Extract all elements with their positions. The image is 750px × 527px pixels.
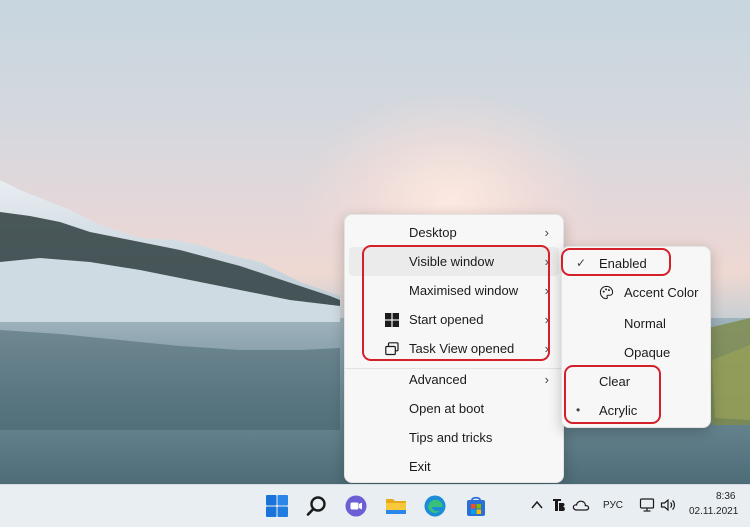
cloud-icon[interactable]: [572, 499, 590, 511]
network-icon[interactable]: [639, 497, 655, 513]
store-icon[interactable]: [463, 493, 489, 519]
menu-item-label: Open at boot: [409, 401, 485, 416]
highlight-box-enabled: [561, 248, 671, 276]
submenu-item-label: Opaque: [624, 345, 671, 360]
menu-item-desktop[interactable]: Desktop ›: [349, 218, 559, 247]
windows-start-icon[interactable]: [264, 493, 290, 519]
language-indicator[interactable]: РУС: [603, 500, 623, 511]
menu-item-advanced[interactable]: Advanced ›: [349, 365, 559, 394]
clock-time[interactable]: 8:36: [716, 491, 735, 502]
file-explorer-icon[interactable]: [383, 493, 409, 519]
chat-icon[interactable]: [343, 493, 369, 519]
menu-item-label: Advanced: [409, 372, 467, 387]
submenu-item-label: Accent Color: [624, 285, 699, 300]
highlight-box-clear-acrylic: [564, 365, 661, 424]
submenu-item-accent-color[interactable]: Accent Color: [566, 278, 706, 307]
app-tray-icon[interactable]: [552, 497, 566, 513]
submenu-item-normal[interactable]: Normal: [566, 309, 706, 338]
volume-icon[interactable]: [660, 498, 676, 512]
menu-item-label: Exit: [409, 459, 431, 474]
chevron-right-icon: ›: [544, 372, 549, 387]
taskbar: РУС 8:36 02.11.2021: [0, 484, 750, 527]
clock-date[interactable]: 02.11.2021: [689, 506, 738, 517]
menu-item-label: Desktop: [409, 225, 457, 240]
chevron-right-icon: ›: [544, 225, 549, 240]
menu-item-label: Tips and tricks: [409, 430, 493, 445]
palette-icon: [599, 285, 614, 300]
highlight-box-menu: [362, 245, 550, 361]
chevron-up-icon[interactable]: [531, 500, 543, 510]
submenu-item-label: Normal: [624, 316, 666, 331]
edge-icon[interactable]: [422, 493, 448, 519]
menu-item-exit[interactable]: Exit: [349, 452, 559, 481]
menu-item-tips-and-tricks[interactable]: Tips and tricks: [349, 423, 559, 452]
menu-item-open-at-boot[interactable]: Open at boot: [349, 394, 559, 423]
submenu-item-opaque[interactable]: Opaque: [566, 338, 706, 367]
search-icon[interactable]: [304, 493, 330, 519]
